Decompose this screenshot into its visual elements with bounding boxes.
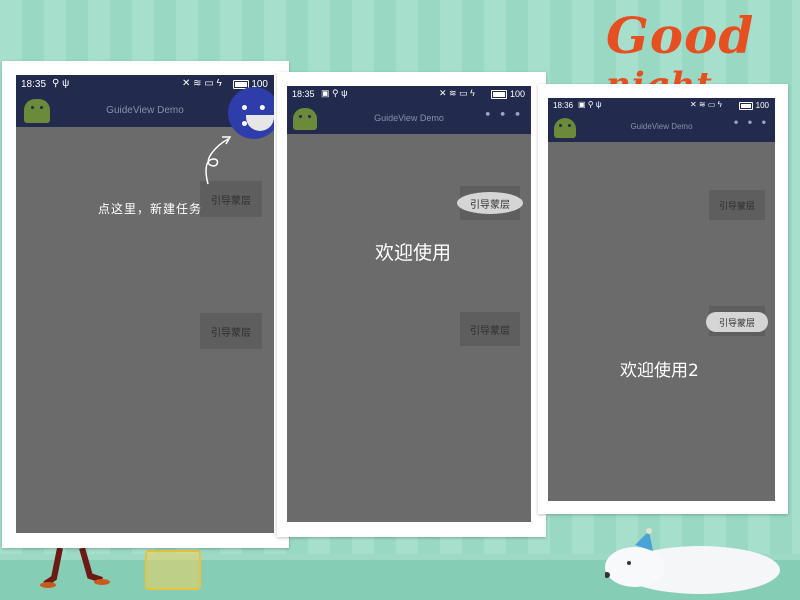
polar-bear-illustration bbox=[605, 528, 780, 594]
overflow-menu-icon[interactable]: • • • bbox=[484, 108, 523, 121]
phone-screen-1: 18:35 ⚲ ψ ✕ ≋ ▭ ϟ 100 GuideView Demo • •… bbox=[16, 75, 274, 533]
status-bar: 18:35 ⚲ ψ ✕ ≋ ▭ ϟ 100 bbox=[16, 75, 274, 93]
wifi-icon: ✕ ≋ ▭ ϟ bbox=[182, 78, 222, 89]
app-bar: GuideView Demo • • • bbox=[548, 112, 775, 142]
status-time: 18:35 bbox=[21, 79, 47, 90]
usb-icon: ▣ ⚲ ψ bbox=[578, 100, 602, 109]
battery-indicator: 100 bbox=[491, 89, 525, 100]
guide-layer-button-1[interactable]: 引导蒙层 bbox=[709, 190, 765, 220]
battery-icon bbox=[739, 101, 754, 110]
status-bar: 18:36 ▣ ⚲ ψ ✕ ≋ ▭ ϟ 100 bbox=[548, 98, 775, 112]
wifi-icon: ✕ ≋ ▭ ϟ bbox=[690, 100, 722, 109]
status-time: 18:36 bbox=[553, 101, 574, 110]
phone-screen-2: 18:35 ▣ ⚲ ψ ✕ ≋ ▭ ϟ 100 GuideView Demo •… bbox=[287, 86, 531, 522]
welcome-text: 欢迎使用2 bbox=[620, 361, 699, 381]
app-bar: GuideView Demo • • • bbox=[287, 102, 531, 134]
usb-icon: ⚲ ψ bbox=[52, 78, 70, 89]
phone-card-2: 18:35 ▣ ⚲ ψ ✕ ≋ ▭ ϟ 100 GuideView Demo •… bbox=[277, 72, 546, 537]
status-bar: 18:35 ▣ ⚲ ψ ✕ ≋ ▭ ϟ 100 bbox=[287, 86, 531, 102]
walking-legs-illustration bbox=[40, 548, 110, 588]
guide-layer-button-highlight[interactable]: 引导蒙层 bbox=[457, 192, 523, 214]
shopping-cart-illustration bbox=[145, 550, 201, 590]
phone-screen-3: 18:36 ▣ ⚲ ψ ✕ ≋ ▭ ϟ 100 GuideView Demo •… bbox=[548, 98, 775, 501]
good-night-title: Good night bbox=[606, 6, 786, 105]
battery-level: 100 bbox=[509, 89, 525, 99]
hint-text: 点这里，新建任务 bbox=[98, 202, 203, 216]
guide-layer-button-2[interactable]: 引导蒙层 bbox=[460, 312, 520, 346]
battery-indicator: 100 bbox=[739, 101, 769, 110]
hint-arrow-icon bbox=[205, 136, 232, 185]
usb-icon: ▣ ⚲ ψ bbox=[321, 88, 348, 98]
wifi-icon: ✕ ≋ ▭ ϟ bbox=[439, 88, 475, 98]
status-time: 18:35 bbox=[292, 89, 315, 99]
phone-card-3: 18:36 ▣ ⚲ ψ ✕ ≋ ▭ ϟ 100 GuideView Demo •… bbox=[538, 84, 788, 514]
battery-level: 100 bbox=[755, 101, 769, 110]
guide-layer-button-highlight[interactable]: 引导蒙层 bbox=[706, 312, 768, 332]
welcome-text: 欢迎使用 bbox=[375, 242, 452, 264]
phone-card-1: 18:35 ⚲ ψ ✕ ≋ ▭ ϟ 100 GuideView Demo • •… bbox=[2, 61, 289, 548]
good-text: Good bbox=[606, 6, 755, 65]
battery-icon bbox=[491, 90, 508, 100]
guide-layer-button-2[interactable]: 引导蒙层 bbox=[200, 313, 262, 349]
overflow-menu-icon[interactable]: • • • bbox=[733, 118, 769, 129]
